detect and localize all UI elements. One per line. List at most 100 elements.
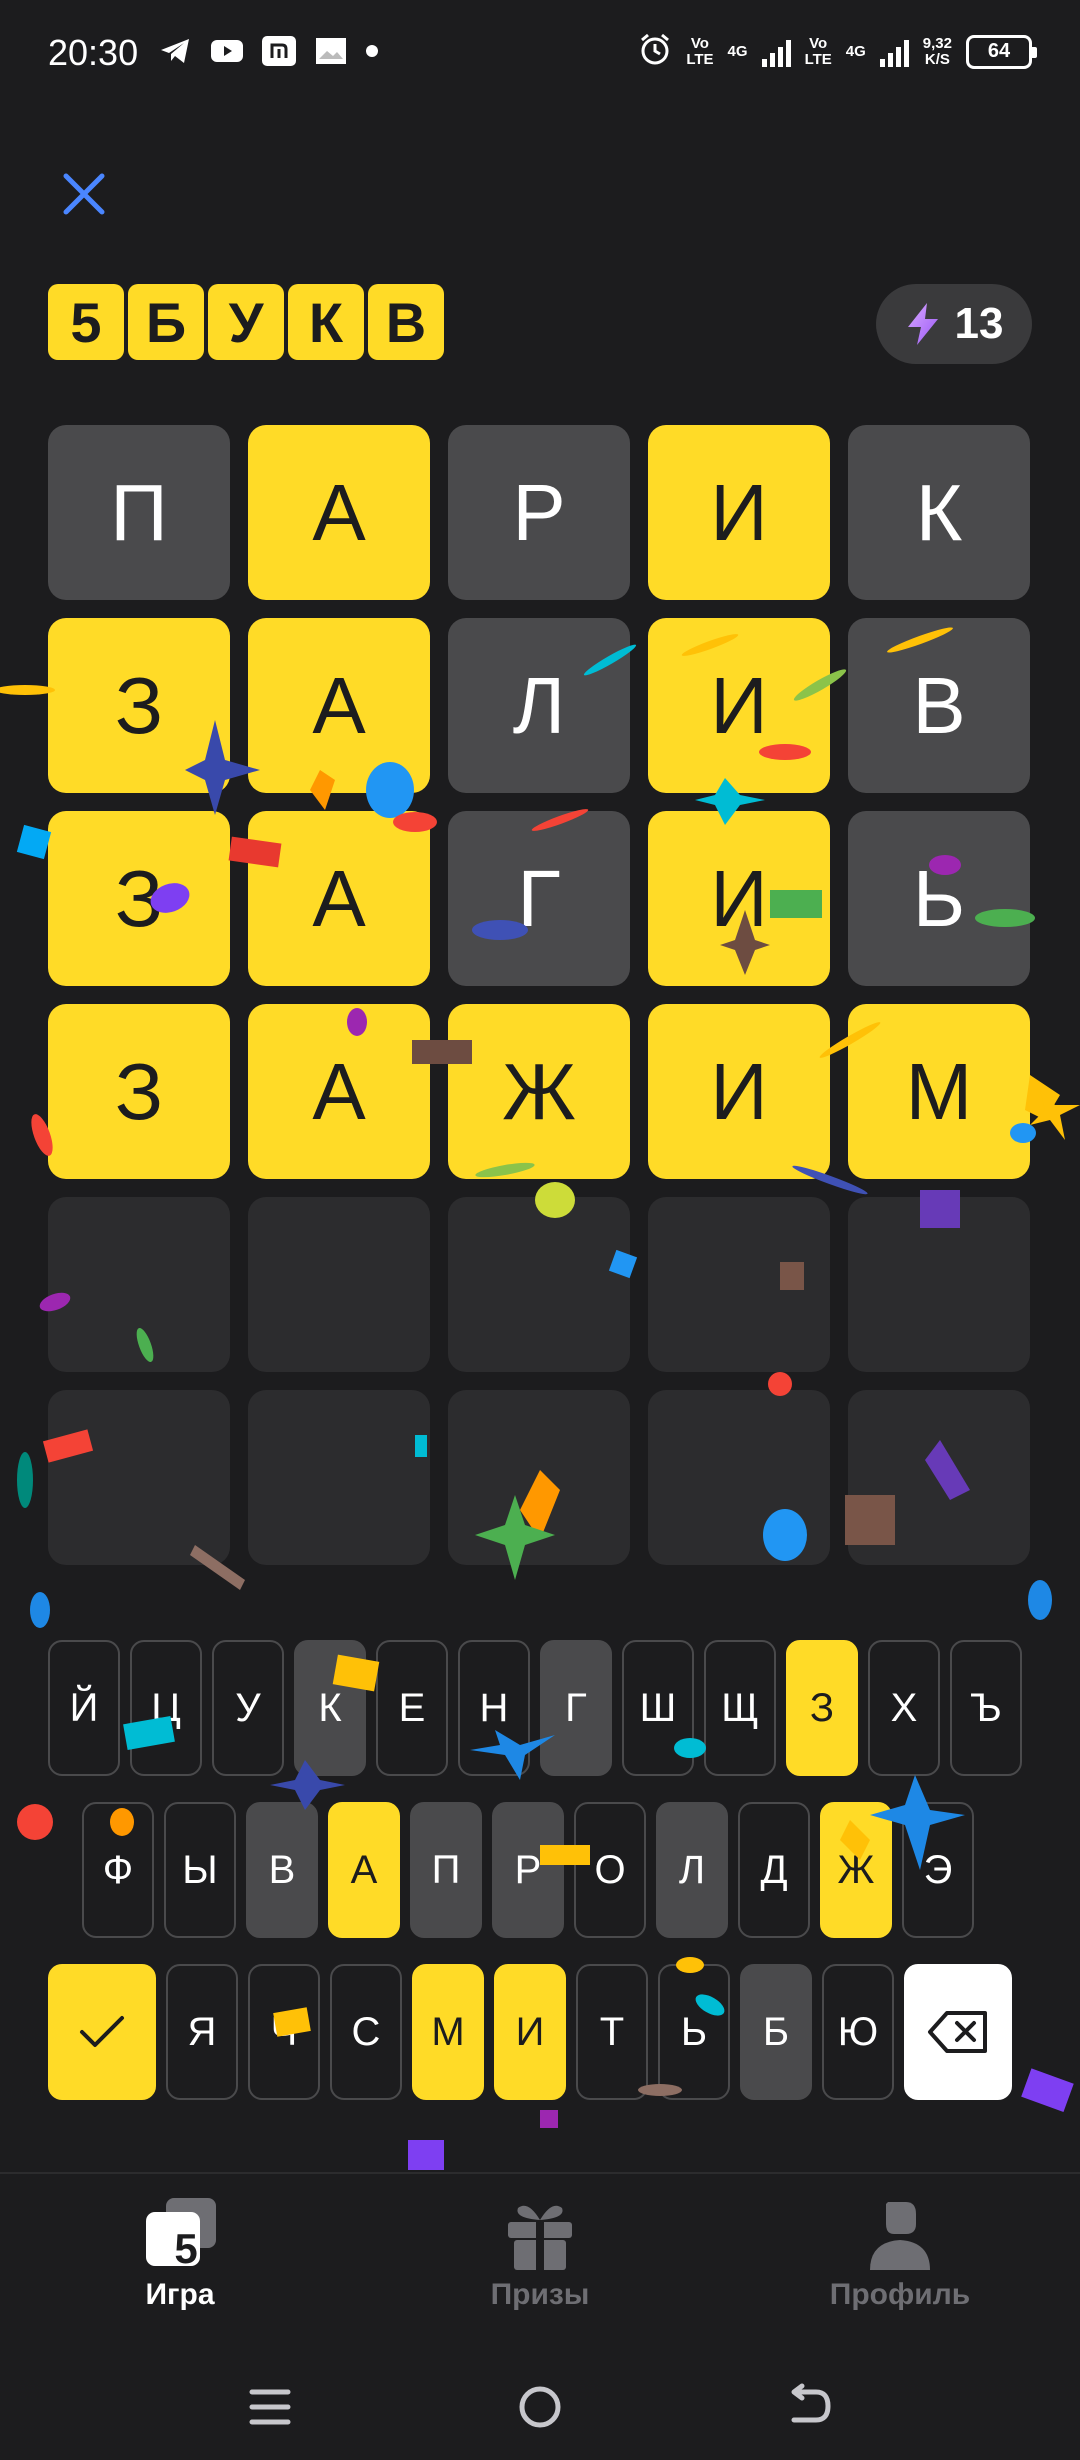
board-tile-empty — [848, 1197, 1030, 1372]
key[interactable]: Л — [656, 1802, 728, 1938]
key[interactable]: Ж — [820, 1802, 892, 1938]
nav-item-prizes[interactable]: Призы — [420, 2194, 660, 2312]
key[interactable]: Ц — [130, 1640, 202, 1776]
key[interactable]: М — [412, 1964, 484, 2100]
backspace-icon — [928, 2011, 987, 2053]
key[interactable]: У — [212, 1640, 284, 1776]
key[interactable]: Г — [540, 1640, 612, 1776]
backspace-button[interactable] — [904, 1964, 1012, 2100]
board-tile: Л — [448, 618, 630, 793]
network-type-2: 4G — [845, 42, 866, 60]
mi-app-icon — [262, 36, 296, 66]
board-tile: Ж — [448, 1004, 630, 1179]
notification-icons — [158, 36, 378, 66]
key[interactable]: Ю — [822, 1964, 894, 2100]
telegram-icon — [158, 36, 192, 66]
nav-item-profile[interactable]: Профиль — [780, 2194, 1020, 2312]
network-type-1: 4G — [727, 42, 748, 60]
board-tile: А — [248, 618, 430, 793]
board-tile: Р — [448, 425, 630, 600]
energy-badge[interactable]: 13 — [876, 284, 1032, 364]
home-button[interactable] — [510, 2380, 570, 2434]
bottom-nav: 5 Игра Призы Профиль — [0, 2172, 1080, 2352]
key[interactable]: С — [330, 1964, 402, 2100]
volte-indicator-2: Vo LTE — [805, 34, 832, 68]
board-tile: И — [648, 618, 830, 793]
board-tile-empty — [448, 1390, 630, 1565]
gallery-icon — [314, 36, 348, 66]
volte-top: Vo — [690, 34, 709, 52]
key[interactable]: Ш — [622, 1640, 694, 1776]
key[interactable]: Ы — [164, 1802, 236, 1938]
key[interactable]: Й — [48, 1640, 120, 1776]
checkmark-icon — [80, 2016, 124, 2047]
key[interactable]: О — [574, 1802, 646, 1938]
nav-label-game: Игра — [145, 2278, 215, 2311]
key[interactable]: В — [246, 1802, 318, 1938]
key[interactable]: З — [786, 1640, 858, 1776]
board-tile-empty — [48, 1390, 230, 1565]
youtube-icon — [210, 36, 244, 66]
keyboard-row-3: Я Ч С М И Т Ь Б Ю — [48, 1964, 1012, 2100]
board-tile: А — [248, 811, 430, 986]
close-icon — [63, 173, 105, 215]
back-icon — [791, 2383, 831, 2423]
signal-icon-2 — [879, 37, 909, 67]
key[interactable]: К — [294, 1640, 366, 1776]
key[interactable]: Ъ — [950, 1640, 1022, 1776]
key[interactable]: Е — [376, 1640, 448, 1776]
key[interactable]: Э — [902, 1802, 974, 1938]
key[interactable]: И — [494, 1964, 566, 2100]
key[interactable]: Н — [458, 1640, 530, 1776]
board-tile-empty — [848, 1390, 1030, 1565]
app-logo: 5 Б У К В — [48, 284, 444, 360]
system-nav-bar — [0, 2352, 1080, 2460]
key[interactable]: Х — [868, 1640, 940, 1776]
key[interactable]: Щ — [704, 1640, 776, 1776]
logo-tile: 5 — [48, 284, 124, 360]
network-speed: 9,32 K/S — [923, 35, 952, 68]
board-tile: П — [48, 425, 230, 600]
board-tile: К — [848, 425, 1030, 600]
board-tile-empty — [48, 1197, 230, 1372]
board-tile: И — [648, 811, 830, 986]
menu-icon — [249, 2389, 291, 2425]
back-button[interactable] — [780, 2380, 840, 2434]
submit-button[interactable] — [48, 1964, 156, 2100]
alarm-icon — [638, 32, 672, 71]
system-indicators: Vo LTE 4G Vo LTE 4G 9,32 K/S 64 — [638, 32, 1037, 71]
close-button[interactable] — [58, 168, 110, 220]
logo-tile: В — [368, 284, 444, 360]
signal-icon-1 — [761, 37, 791, 67]
key[interactable]: Ч — [248, 1964, 320, 2100]
board-tile: И — [648, 425, 830, 600]
game-board: П А Р И К З А Л И В З А Г И Ь З А Ж И М — [48, 425, 1032, 1565]
volte-top: Vo — [809, 34, 828, 52]
key[interactable]: Д — [738, 1802, 810, 1938]
logo-tile: К — [288, 284, 364, 360]
key[interactable]: П — [410, 1802, 482, 1938]
key[interactable]: Р — [492, 1802, 564, 1938]
board-tile: Г — [448, 811, 630, 986]
board-tile: А — [248, 425, 430, 600]
energy-count: 13 — [954, 299, 1004, 348]
board-tile-empty — [448, 1197, 630, 1372]
key[interactable]: Ь — [658, 1964, 730, 2100]
battery-level: 64 — [987, 40, 1011, 62]
board-tile: В — [848, 618, 1030, 793]
board-tile-empty — [648, 1390, 830, 1565]
key[interactable]: Ф — [82, 1802, 154, 1938]
board-tile: З — [48, 1004, 230, 1179]
game-icon-badge: 5 — [174, 2225, 198, 2272]
key[interactable]: Б — [740, 1964, 812, 2100]
recent-apps-button[interactable] — [240, 2380, 300, 2434]
board-tile: И — [648, 1004, 830, 1179]
key[interactable]: Т — [576, 1964, 648, 2100]
gift-icon — [508, 2205, 572, 2270]
key[interactable]: Я — [166, 1964, 238, 2100]
nav-label-profile: Профиль — [829, 2278, 971, 2311]
nav-label-prizes: Призы — [490, 2278, 590, 2311]
board-tile-empty — [648, 1197, 830, 1372]
nav-item-game[interactable]: 5 Игра — [60, 2194, 300, 2312]
key[interactable]: А — [328, 1802, 400, 1938]
